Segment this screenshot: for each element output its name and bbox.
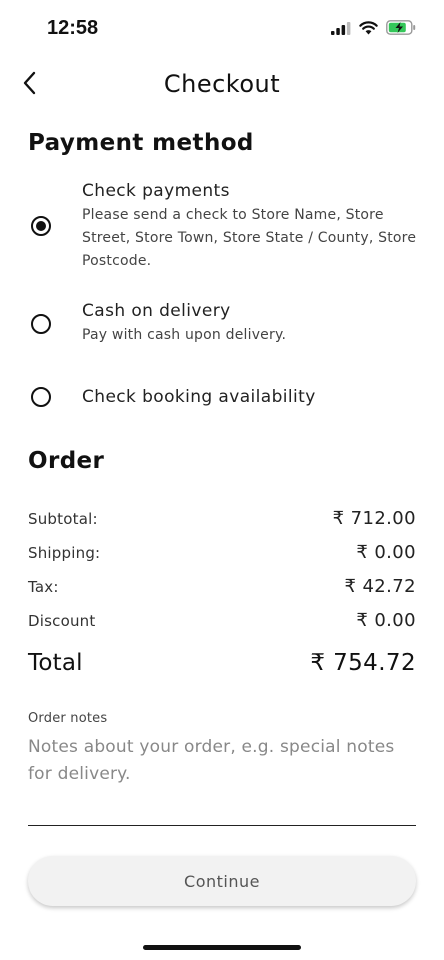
order-row-value: ₹ 0.00 xyxy=(356,610,416,631)
order-row-subtotal: Subtotal: ₹ 712.00 xyxy=(28,508,416,529)
battery-charging-icon xyxy=(386,20,416,39)
radio-check-booking[interactable] xyxy=(31,387,51,407)
wifi-icon xyxy=(359,20,378,39)
payment-option-label: Cash on delivery xyxy=(82,301,231,321)
navigation-header: Checkout xyxy=(0,62,444,110)
radio-cash-on-delivery[interactable] xyxy=(31,314,51,334)
page-title: Checkout xyxy=(163,70,281,98)
status-bar: 12:58 xyxy=(0,0,444,56)
order-notes-input[interactable] xyxy=(28,734,416,826)
status-icons xyxy=(331,20,416,39)
status-time: 12:58 xyxy=(47,17,99,39)
order-row-shipping: Shipping: ₹ 0.00 xyxy=(28,542,416,563)
order-row-total: Total ₹ 754.72 xyxy=(28,650,416,676)
payment-option-description: Please send a check to Store Name, Store… xyxy=(82,207,417,269)
payment-option-label: Check booking availability xyxy=(82,387,316,407)
payment-option-description: Pay with cash upon delivery. xyxy=(82,327,287,343)
continue-button[interactable]: Continue xyxy=(28,856,416,906)
checkout-screen: 12:58 Checkout Payment method Check paym… xyxy=(0,0,444,960)
order-row-value: ₹ 0.00 xyxy=(356,542,416,563)
cellular-signal-icon xyxy=(331,20,351,39)
payment-option-cod[interactable]: Cash on delivery Pay with cash upon deli… xyxy=(0,300,444,350)
order-row-discount: Discount ₹ 0.00 xyxy=(28,610,416,631)
radio-check-payments[interactable] xyxy=(31,216,51,236)
payment-option-booking[interactable]: Check booking availability xyxy=(0,384,444,414)
order-notes-label: Order notes xyxy=(28,711,108,726)
home-indicator xyxy=(143,945,301,950)
payment-option-check[interactable]: Check payments Please send a check to St… xyxy=(0,180,444,276)
total-value: ₹ 754.72 xyxy=(310,650,416,676)
order-row-label: Tax: xyxy=(28,578,59,596)
order-row-value: ₹ 712.00 xyxy=(332,508,416,529)
order-title: Order xyxy=(28,448,105,474)
order-row-tax: Tax: ₹ 42.72 xyxy=(28,576,416,597)
payment-method-title: Payment method xyxy=(28,130,254,156)
order-row-label: Subtotal: xyxy=(28,510,98,528)
order-row-label: Discount xyxy=(28,612,96,630)
payment-option-label: Check payments xyxy=(82,181,230,201)
total-label: Total xyxy=(28,650,83,676)
order-row-value: ₹ 42.72 xyxy=(344,576,416,597)
order-row-label: Shipping: xyxy=(28,544,101,562)
